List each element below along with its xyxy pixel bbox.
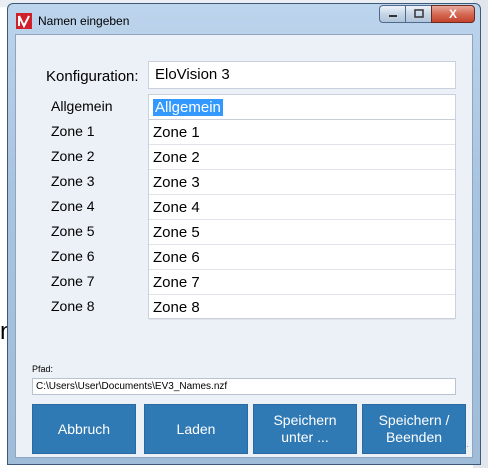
zone-label: Zone 5 <box>51 223 95 239</box>
name-input-zone-8[interactable]: Zone 8 <box>149 295 455 320</box>
close-button[interactable]: X <box>431 5 475 23</box>
close-icon: X <box>448 7 457 21</box>
minimize-icon <box>388 15 397 17</box>
name-input-zone-3[interactable]: Zone 3 <box>149 170 455 195</box>
caption-buttons: X <box>379 5 475 25</box>
pfad-input[interactable]: C:\Users\User\Documents\EV3_Names.nzf <box>32 378 456 395</box>
speichern-unter-label-1: Speichern <box>273 412 337 428</box>
konfiguration-input[interactable]: EloVision 3 <box>148 61 456 89</box>
abbruch-button-label: Abbruch <box>57 420 111 437</box>
zone-label: Allgemein <box>51 98 113 114</box>
laden-button[interactable]: Laden <box>144 404 248 454</box>
resize-grip-icon[interactable]: ⋰ <box>461 445 469 454</box>
pfad-label: Pfad: <box>32 364 54 374</box>
name-input-zone-5[interactable]: Zone 5 <box>149 220 455 245</box>
konfiguration-label: Konfiguration: <box>46 68 139 85</box>
maximize-icon <box>413 9 424 18</box>
speichern-beenden-button[interactable]: Speichern / Beenden <box>362 404 466 454</box>
zone-label: Zone 6 <box>51 248 95 264</box>
elovision-logo-icon <box>16 13 32 29</box>
zone-label: Zone 2 <box>51 148 95 164</box>
laden-button-label: Laden <box>176 420 216 437</box>
zone-label: Zone 3 <box>51 173 95 189</box>
speichern-unter-button[interactable]: Speichern unter ... <box>253 404 357 454</box>
name-input-zone-4[interactable]: Zone 4 <box>149 195 455 220</box>
name-input-zone-6[interactable]: Zone 6 <box>149 245 455 270</box>
dialog-client-area: Konfiguration: EloVision 3 Allgemein Zon… <box>15 34 473 458</box>
zone-label: Zone 4 <box>51 198 95 214</box>
selected-text: Allgemein <box>153 99 223 116</box>
name-input-zone-7[interactable]: Zone 7 <box>149 270 455 295</box>
window-title: Namen eingeben <box>38 14 130 28</box>
minimize-button[interactable] <box>379 5 405 23</box>
name-input-allgemein[interactable]: Allgemein <box>149 95 455 120</box>
zone-label: Zone 8 <box>51 298 95 314</box>
zone-label: Zone 1 <box>51 123 95 139</box>
zone-label: Zone 7 <box>51 273 95 289</box>
name-input-zone-1[interactable]: Zone 1 <box>149 120 455 145</box>
title-bar[interactable]: Namen eingeben X <box>8 4 480 34</box>
abbruch-button[interactable]: Abbruch <box>32 404 136 454</box>
name-input-zone-2[interactable]: Zone 2 <box>149 145 455 170</box>
speichern-unter-label-2: unter ... <box>281 429 329 445</box>
speichern-beenden-label-1: Speichern / <box>378 412 450 428</box>
zone-labels: Allgemein Zone 1 Zone 2 Zone 3 Zone 4 Zo… <box>51 97 141 322</box>
dialog-window: Namen eingeben X Konfiguration: EloVisio… <box>7 3 481 465</box>
maximize-button[interactable] <box>405 5 431 23</box>
speichern-beenden-label-2: Beenden <box>385 429 443 445</box>
zone-name-inputs: Allgemein Zone 1 Zone 2 Zone 3 Zone 4 Zo… <box>148 94 456 320</box>
